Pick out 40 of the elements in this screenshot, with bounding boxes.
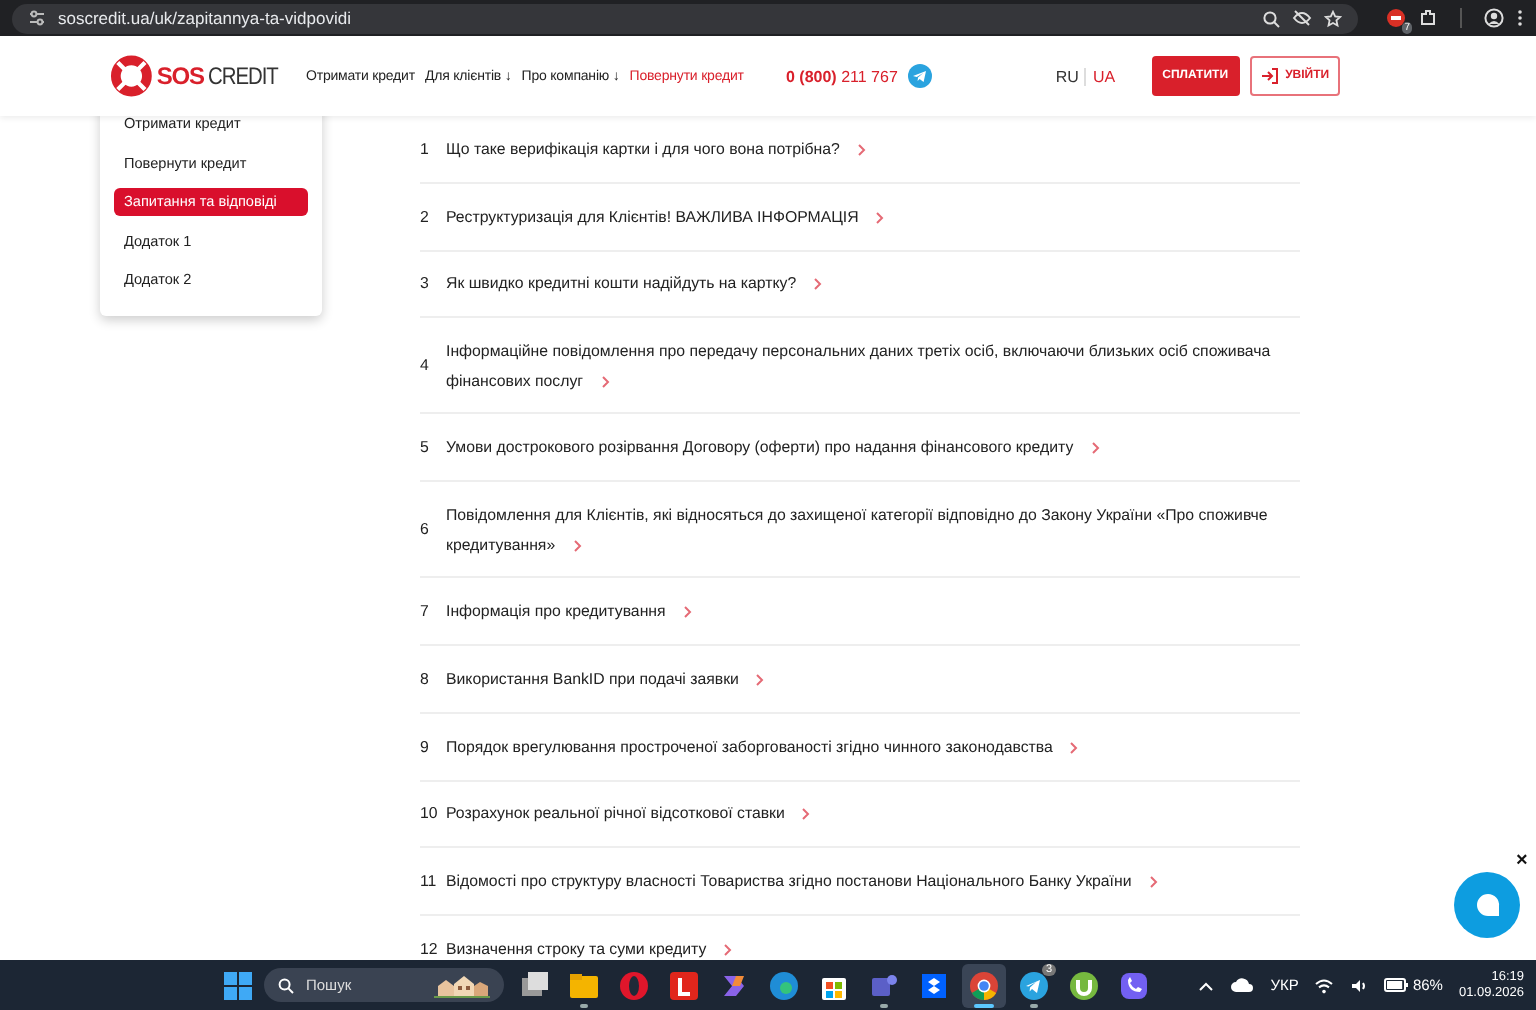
phone-number[interactable]: 0 (800) 211 767 xyxy=(786,67,898,85)
speaker-icon[interactable] xyxy=(1350,977,1369,993)
eye-off-icon[interactable] xyxy=(1292,10,1312,26)
chevron-right-icon xyxy=(814,278,823,291)
chevron-right-icon xyxy=(601,375,610,388)
profile-icon[interactable] xyxy=(1484,8,1504,28)
chevron-right-icon xyxy=(1091,442,1100,455)
chevron-right-icon xyxy=(573,539,582,552)
more-icon[interactable] xyxy=(1516,8,1524,28)
wifi-icon[interactable] xyxy=(1314,977,1335,993)
chevron-right-icon xyxy=(857,143,866,156)
cloud-icon[interactable] xyxy=(1230,976,1255,994)
chrome-icon[interactable] xyxy=(962,963,1006,1007)
star-icon[interactable] xyxy=(1324,9,1342,27)
chevron-right-icon xyxy=(724,943,733,956)
chat-bubble-icon xyxy=(1473,892,1501,918)
language-option[interactable]: RU xyxy=(1049,67,1085,85)
chevron-right-icon xyxy=(1149,876,1158,889)
language-option[interactable]: UA xyxy=(1084,67,1122,85)
start-icon[interactable] xyxy=(224,971,252,999)
url-text: soscredit.ua/uk/zapitannya-ta-vidpovidi xyxy=(58,8,353,28)
chevron-right-icon xyxy=(756,673,765,686)
extension-icon[interactable] xyxy=(1386,8,1406,28)
logo-text: CREDIT xyxy=(207,62,278,90)
lifebuoy-icon xyxy=(110,54,153,98)
chat-button[interactable] xyxy=(1454,872,1520,938)
battery-icon[interactable] xyxy=(1384,978,1409,992)
zoom-icon[interactable] xyxy=(1262,9,1280,27)
search-icon xyxy=(278,977,294,993)
login-icon xyxy=(1259,68,1278,84)
address-bar[interactable]: soscredit.ua/uk/zapitannya-ta-vidpovidi xyxy=(12,3,1358,33)
site-info-icon[interactable] xyxy=(28,10,46,26)
chevron-right-icon xyxy=(802,808,811,821)
chevron-right-icon xyxy=(683,605,692,618)
chevron-right-icon xyxy=(876,211,885,224)
chevron-right-icon xyxy=(1070,741,1079,754)
telegram-icon[interactable] xyxy=(907,64,932,88)
logo-text: SOS xyxy=(156,62,204,90)
chevron-up-icon[interactable] xyxy=(1198,979,1215,991)
close-button[interactable]: × xyxy=(1516,852,1528,872)
